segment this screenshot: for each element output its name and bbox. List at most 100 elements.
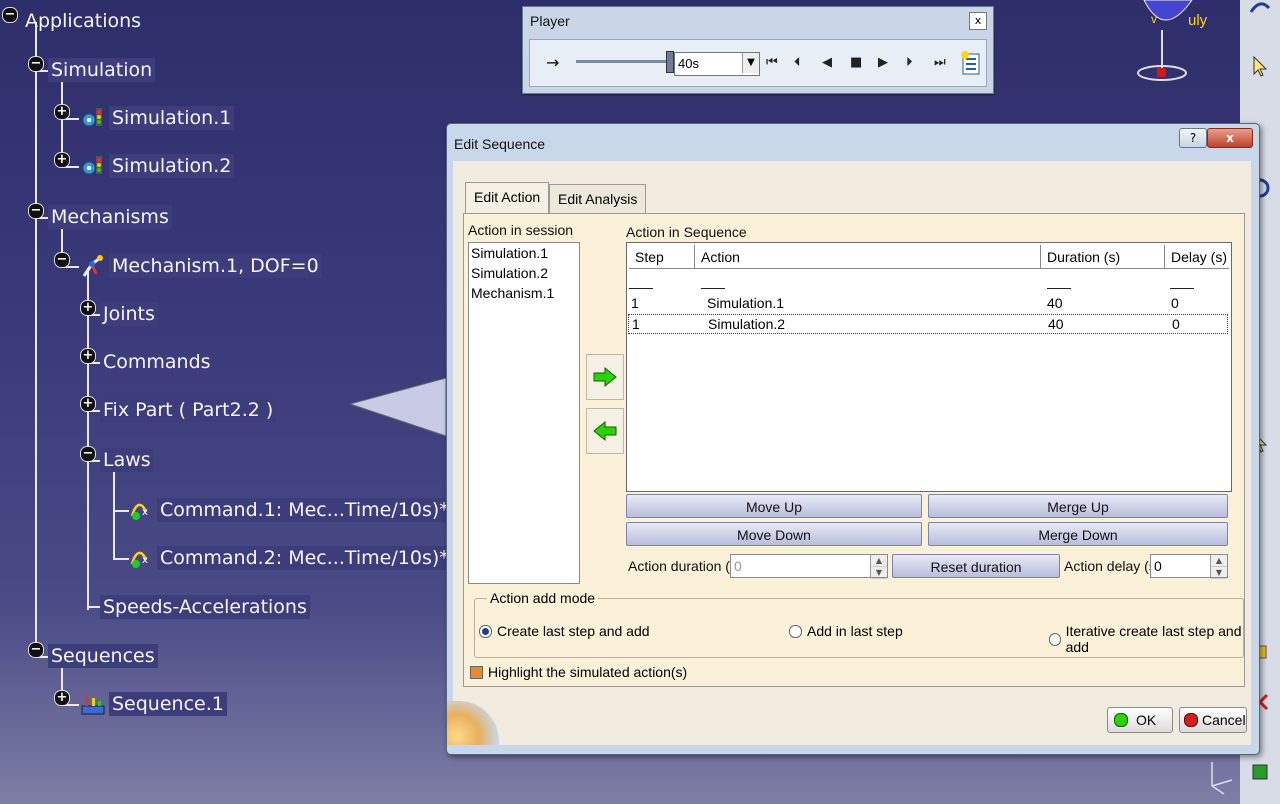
tree-node-command-2[interactable]: x Command.2: Mec...Time/10s)*1mm [128, 545, 501, 571]
action-delay-value: 0 [1154, 558, 1162, 574]
merge-up-button[interactable]: Merge Up [928, 494, 1228, 518]
list-item[interactable]: Simulation.2 [469, 263, 579, 283]
cell-delay: 0 [1171, 295, 1179, 311]
tree-node-speeds[interactable]: Speeds-Accelerations [100, 594, 310, 620]
tab-edit-analysis[interactable]: Edit Analysis [549, 184, 647, 213]
tree-node-mechanism-1[interactable]: Mechanism.1, DOF=0 [80, 253, 322, 279]
list-item[interactable]: Simulation.1 [469, 243, 579, 263]
column-header[interactable]: Delay (s) [1165, 245, 1229, 269]
player-title: Player [530, 13, 570, 29]
first-frame-icon[interactable]: ⏮ [766, 54, 778, 72]
radio-label: Create last step and add [497, 623, 650, 639]
tree-node-commands[interactable]: Commands [100, 349, 214, 375]
collapse-icon[interactable]: − [2, 7, 18, 23]
radio-dot [1049, 632, 1061, 646]
tree-label: Speeds-Accelerations [100, 595, 310, 619]
time-step-value: 40s [678, 56, 699, 71]
list-item[interactable]: Mechanism.1 [469, 283, 579, 303]
merge-down-button[interactable]: Merge Down [928, 522, 1228, 546]
column-header[interactable]: Duration (s) [1041, 245, 1165, 269]
tree-node-simulation-2[interactable]: Simulation.2 [80, 153, 235, 179]
action-delay-input[interactable]: 0 ▲ ▼ [1150, 554, 1228, 579]
radio-dot [479, 624, 492, 638]
tree-node-fix-part[interactable]: Fix Part ( Part2.2 ) [100, 397, 277, 423]
tree-line [35, 22, 37, 658]
action-in-session-label: Action in session [468, 222, 574, 238]
radio-add-in-last-step[interactable]: Add in last step [789, 623, 903, 639]
collapse-icon[interactable]: − [54, 252, 70, 268]
stop-icon[interactable]: ■ [850, 54, 862, 72]
collapse-icon[interactable]: − [28, 56, 44, 72]
time-step-select[interactable]: 40s ▼ [674, 52, 760, 76]
tree-node-simulation-1[interactable]: Simulation.1 [80, 105, 235, 131]
action-duration-input[interactable]: 0 ▲ ▼ [730, 554, 888, 579]
cancel-icon [1184, 713, 1198, 727]
tool-icon[interactable] [1248, 760, 1272, 784]
expand-icon[interactable]: + [54, 690, 70, 706]
table-row[interactable]: 1 Simulation.1 40 0 [627, 293, 1229, 313]
skip-back-icon[interactable]: ⏴ [794, 54, 801, 72]
mechanism-icon [82, 255, 103, 277]
ok-button[interactable]: OK [1107, 707, 1173, 733]
remove-action-button[interactable] [586, 408, 624, 454]
tree-node-applications[interactable]: Applications [22, 8, 144, 34]
player-settings-icon[interactable] [960, 50, 982, 76]
action-in-sequence-label: Action in Sequence [626, 224, 747, 240]
tree-node-joints[interactable]: Joints [100, 301, 158, 327]
collapse-icon[interactable]: − [28, 642, 44, 658]
separator [629, 288, 653, 289]
expand-icon[interactable]: + [80, 396, 96, 412]
ok-icon [1114, 713, 1128, 727]
add-action-button[interactable] [586, 354, 624, 400]
table-row[interactable]: 1 Simulation.2 40 0 [628, 314, 1228, 334]
highlight-checkbox[interactable]: Highlight the simulated action(s) [470, 664, 687, 680]
last-frame-icon[interactable]: ⏭ [934, 54, 946, 72]
spinner-arrows[interactable]: ▲ ▼ [1210, 555, 1227, 579]
simulation-icon [82, 156, 102, 175]
collapse-icon[interactable]: − [80, 446, 96, 462]
sequence-icon [81, 695, 105, 715]
radio-iterative-create[interactable]: Iterative create last step and add [1049, 623, 1243, 655]
move-down-button[interactable]: Move Down [626, 522, 922, 546]
edit-action-panel: Action in session Simulation.1 Simulatio… [463, 213, 1245, 687]
step-arrow-icon[interactable]: → [546, 54, 559, 72]
reset-duration-button[interactable]: Reset duration [892, 554, 1060, 578]
tree-node-command-1[interactable]: x Command.1: Mec...Time/10s)*1mm [128, 497, 501, 523]
move-up-button[interactable]: Move Up [626, 494, 922, 518]
collapse-icon[interactable]: − [28, 203, 44, 219]
action-in-session-list[interactable]: Simulation.1 Simulation.2 Mechanism.1 [468, 242, 580, 584]
action-add-mode-group: Action add mode Create last step and add… [474, 590, 1244, 658]
expand-icon[interactable]: + [54, 152, 70, 168]
help-button[interactable]: ? [1179, 128, 1207, 148]
radio-create-last-step[interactable]: Create last step and add [479, 623, 650, 639]
tree-node-laws[interactable]: Laws [100, 447, 154, 473]
ok-label: OK [1136, 712, 1157, 728]
column-header[interactable]: Step [629, 245, 695, 269]
radio-label: Iterative create last step and add [1065, 623, 1242, 655]
compass-widget[interactable]: v uly [1134, 0, 1234, 90]
spinner-arrows[interactable]: ▲ ▼ [870, 555, 887, 579]
separator [1170, 288, 1194, 289]
tree-node-sequence-1[interactable]: Sequence.1 [80, 691, 227, 717]
tree-node-mechanisms[interactable]: Mechanisms [48, 204, 172, 230]
time-slider[interactable] [576, 51, 674, 73]
expand-icon[interactable]: + [80, 348, 96, 364]
expand-icon[interactable]: + [80, 300, 96, 316]
skip-forward-icon[interactable]: ⏵ [906, 54, 913, 72]
close-button[interactable]: x [1207, 128, 1253, 148]
tree-node-sequences[interactable]: Sequences [48, 643, 158, 669]
tree-label: Simulation.1 [109, 106, 235, 130]
close-icon[interactable]: x [969, 12, 987, 30]
play-forward-icon[interactable]: ▶ [878, 54, 888, 72]
select-arrow-icon[interactable] [1248, 54, 1272, 78]
tree-node-simulation[interactable]: Simulation [48, 57, 156, 83]
cancel-button[interactable]: Cancel [1179, 707, 1247, 733]
tree-label: Laws [100, 448, 154, 472]
action-sequence-table[interactable]: Step Action Duration (s) Delay (s) 1 Sim… [626, 242, 1232, 492]
column-header[interactable]: Action [695, 245, 1041, 269]
dialog-body: Edit Action Edit Analysis Action in sess… [447, 161, 1251, 745]
play-backward-icon[interactable]: ◀ [822, 54, 832, 72]
tab-edit-action[interactable]: Edit Action [465, 182, 550, 213]
expand-icon[interactable]: + [54, 104, 70, 120]
slider-thumb[interactable] [666, 51, 674, 73]
